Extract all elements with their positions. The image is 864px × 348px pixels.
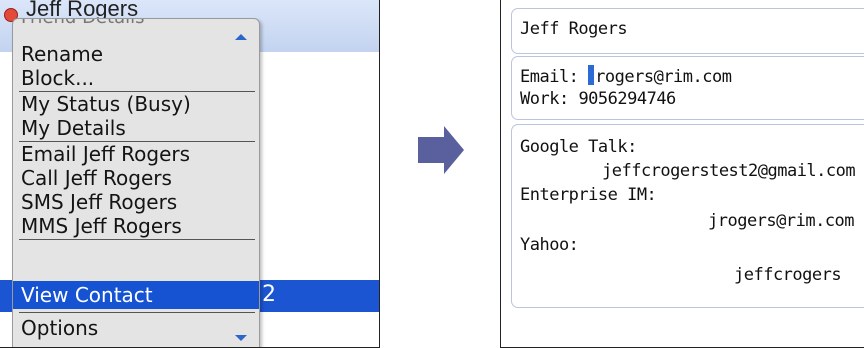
- scroll-down-icon[interactable]: [235, 335, 247, 341]
- context-menu: Friend Details Rename Block... My Status…: [12, 18, 260, 347]
- work-label: Work:: [520, 89, 569, 109]
- email-label: Email:: [520, 67, 579, 87]
- im-accounts-panel: Google Talk: jeffcrogerstest2@gmail.com …: [511, 124, 864, 308]
- text-cursor: [588, 65, 595, 85]
- menu-item-view-contact[interactable]: View Contact: [13, 281, 259, 309]
- menu-item-my-status[interactable]: My Status (Busy): [13, 93, 259, 115]
- menu-item-call[interactable]: Call Jeff Rogers: [13, 167, 259, 189]
- contact-list-row-text: 2: [262, 282, 276, 307]
- im-service-label: Enterprise IM:: [520, 185, 657, 205]
- scroll-up-icon[interactable]: [235, 34, 247, 40]
- im-account-value[interactable]: jeffcrogerstest2@gmail.com: [602, 161, 856, 181]
- menu-item-options[interactable]: Options: [13, 317, 259, 339]
- email-value: rogers@rim.com: [595, 67, 732, 87]
- im-account-value[interactable]: jeffcrogers: [734, 265, 842, 285]
- view-contact-screen: Jeff Rogers Email: rogers@rim.com Work: …: [500, 0, 864, 348]
- menu-title: Friend Details: [21, 19, 144, 28]
- work-phone-row[interactable]: Work: 9056294746: [520, 89, 676, 109]
- arrow-right-icon: [418, 126, 464, 174]
- menu-item-rename[interactable]: Rename: [13, 43, 259, 65]
- contact-name-panel: Jeff Rogers: [511, 8, 864, 54]
- work-value: 9056294746: [578, 89, 676, 109]
- menu-item-email[interactable]: Email Jeff Rogers: [13, 143, 259, 165]
- menu-item-my-details[interactable]: My Details: [13, 117, 259, 139]
- contact-name: Jeff Rogers: [520, 19, 628, 39]
- im-service-label: Google Talk:: [520, 137, 637, 157]
- menu-item-block[interactable]: Block...: [13, 67, 259, 89]
- menu-separator: [19, 312, 255, 313]
- menu-separator: [19, 239, 255, 240]
- menu-item-sms[interactable]: SMS Jeff Rogers: [13, 191, 259, 213]
- left-screen: Jeff Rogers 2 Friend Details Rename Bloc…: [0, 0, 380, 348]
- email-row[interactable]: Email: rogers@rim.com: [520, 65, 732, 87]
- menu-item-mms[interactable]: MMS Jeff Rogers: [13, 215, 259, 237]
- im-account-value[interactable]: jrogers@rim.com: [708, 211, 855, 231]
- contact-info-panel: Email: rogers@rim.com Work: 9056294746: [511, 56, 864, 120]
- im-service-label: Yahoo:: [520, 235, 579, 255]
